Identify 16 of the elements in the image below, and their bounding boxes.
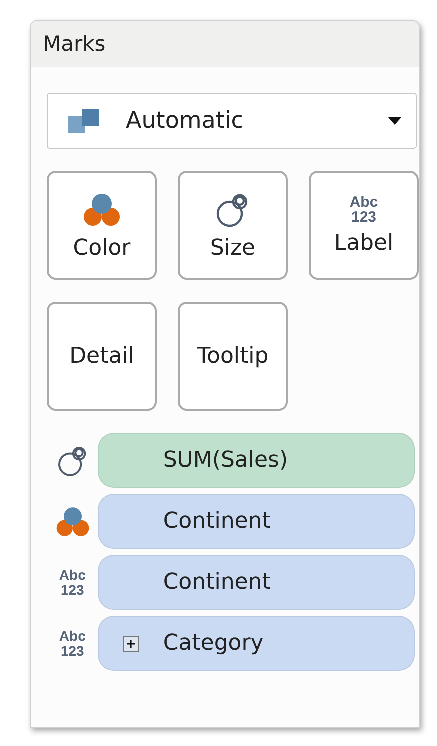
mark-card-button[interactable]: Color — [47, 171, 157, 280]
mark-card-button[interactable]: Abc 123 Label — [309, 171, 419, 280]
caret-icon — [388, 117, 402, 125]
mark-card-button[interactable]: Tooltip — [178, 302, 288, 411]
field-pill[interactable]: SUM(Sales) — [98, 433, 415, 488]
field-pill[interactable]: Continent — [98, 494, 415, 549]
mark-type-dropdown[interactable]: Automatic — [47, 93, 417, 149]
mark-card-button[interactable]: Detail — [47, 302, 157, 411]
field-pill[interactable]: Continent — [98, 555, 415, 610]
panel-title: Marks — [43, 32, 106, 56]
text-label-icon: Abc 123 — [59, 568, 86, 598]
expand-icon[interactable] — [123, 636, 140, 652]
text-label-icon: Abc 123 — [350, 195, 378, 225]
text-label-icon: Abc 123 — [59, 628, 86, 658]
mark-card-button[interactable]: Size — [178, 171, 288, 280]
field-pill[interactable]: Category — [98, 616, 415, 671]
